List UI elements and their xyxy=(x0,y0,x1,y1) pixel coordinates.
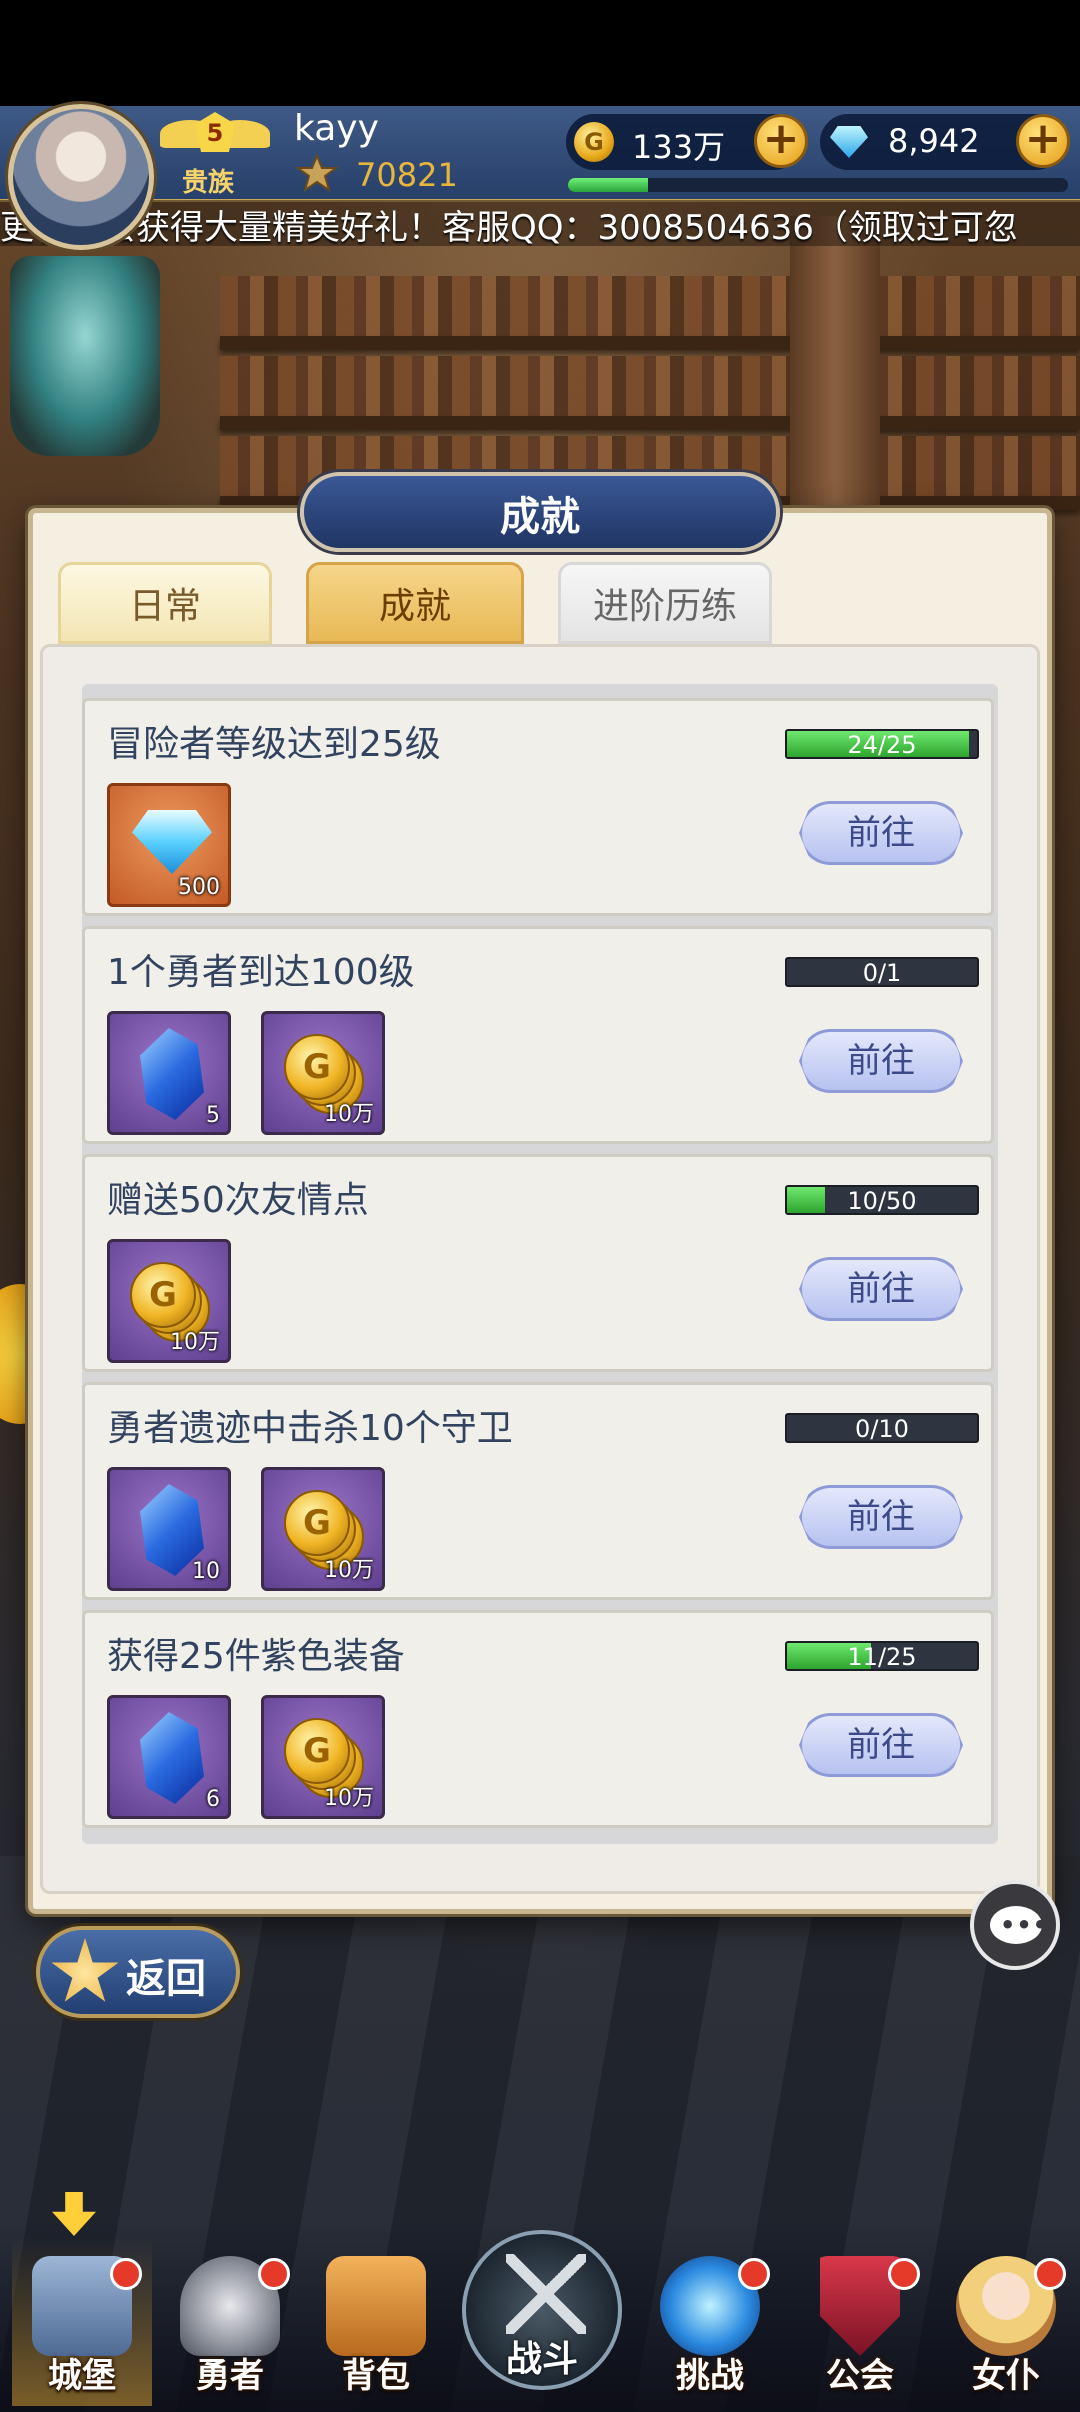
reward-slot[interactable]: 10 xyxy=(107,1467,231,1591)
achievement-card: 获得25件紫色装备 11/25 6 GGG10万 前往 xyxy=(82,1610,994,1828)
back-label: 返回 xyxy=(126,1956,206,2002)
reward-slot[interactable]: GGG10万 xyxy=(261,1695,385,1819)
notification-dot xyxy=(258,2258,290,2290)
noble-label: 贵族 xyxy=(182,168,235,198)
back-button[interactable]: 返回 xyxy=(36,1926,240,2018)
treasure-chest-icon xyxy=(326,2256,426,2356)
tab-daily[interactable]: 日常 xyxy=(58,562,272,644)
nav-battle-label: 战斗 xyxy=(505,2338,578,2380)
achievement-title: 勇者遗迹中击杀10个守卫 xyxy=(107,1408,513,1449)
nav-guild[interactable]: 公会 xyxy=(790,2236,930,2406)
achievement-title: 冒险者等级达到25级 xyxy=(107,724,441,765)
nav-castle-label: 城堡 xyxy=(48,2356,116,2396)
notification-dot xyxy=(888,2258,920,2290)
nav-bag-label: 背包 xyxy=(342,2356,410,2396)
gold-counter: G 133万 + xyxy=(566,114,808,170)
announcement-marquee: 更有机会获得大量精美好礼！客服QQ：3008504636（领取过可忽 xyxy=(0,200,1080,246)
achievement-card: 1个勇者到达100级 0/1 5 GGG10万 前往 xyxy=(82,926,994,1144)
achievement-title: 1个勇者到达100级 xyxy=(107,952,415,993)
progress-text: 0/10 xyxy=(855,1415,909,1443)
reward-count: 10万 xyxy=(324,1558,374,1583)
blue-crystal-icon xyxy=(140,1712,204,1804)
panel-title-plate: 成就 xyxy=(300,472,780,552)
go-button[interactable]: 前往 xyxy=(799,1485,963,1549)
add-gems-button[interactable]: + xyxy=(1016,114,1070,168)
go-button[interactable]: 前往 xyxy=(799,1713,963,1777)
reward-slot[interactable]: GGG10万 xyxy=(107,1239,231,1363)
achievement-card: 冒险者等级达到25级 24/25 500 前往 xyxy=(82,698,994,916)
player-avatar[interactable] xyxy=(8,104,154,250)
chat-button[interactable]: ••• xyxy=(970,1880,1060,1970)
reward-slot[interactable]: GGG10万 xyxy=(261,1467,385,1591)
achievement-progress-bar: 24/25 xyxy=(785,729,979,759)
nav-heroes-label: 勇者 xyxy=(196,2356,264,2396)
achievement-card: 赠送50次友情点 10/50 GGG10万 前往 xyxy=(82,1154,994,1372)
combat-power-value: 70821 xyxy=(356,156,458,194)
gem-counter: 8,942 + xyxy=(820,114,1070,170)
nav-maid[interactable]: 女仆 xyxy=(936,2236,1076,2406)
gem-value: 8,942 xyxy=(888,122,980,160)
go-button[interactable]: 前往 xyxy=(799,1257,963,1321)
progress-text: 11/25 xyxy=(847,1643,917,1671)
reward-slot[interactable]: 5 xyxy=(107,1011,231,1135)
nav-maid-label: 女仆 xyxy=(972,2356,1040,2396)
nav-bag[interactable]: 背包 xyxy=(306,2236,446,2406)
reward-slot[interactable]: GGG10万 xyxy=(261,1011,385,1135)
notification-dot xyxy=(110,2258,142,2290)
go-button[interactable]: 前往 xyxy=(799,801,963,865)
reward-count: 10万 xyxy=(324,1786,374,1811)
gold-value: 133万 xyxy=(632,128,726,166)
combat-power-icon xyxy=(296,154,338,192)
reward-count: 10万 xyxy=(324,1102,374,1127)
reward-count: 10万 xyxy=(170,1330,220,1355)
tab-advanced-training[interactable]: 进阶历练 xyxy=(558,562,772,644)
status-bar xyxy=(0,0,1080,106)
notification-dot xyxy=(738,2258,770,2290)
reward-count: 10 xyxy=(192,1559,220,1584)
achievement-progress-bar: 10/50 xyxy=(785,1185,979,1215)
nav-challenge[interactable]: 挑战 xyxy=(640,2236,780,2406)
experience-bar xyxy=(568,178,1068,192)
progress-text: 24/25 xyxy=(847,731,917,759)
noble-level: 5 xyxy=(195,112,235,152)
username: kayy xyxy=(294,108,379,149)
noble-badge[interactable]: 5 贵族 xyxy=(160,110,270,198)
reward-slot[interactable]: 6 xyxy=(107,1695,231,1819)
gold-coin-icon: G xyxy=(574,122,614,162)
diamond-icon xyxy=(830,126,868,158)
star-icon xyxy=(51,1938,119,2002)
nav-challenge-label: 挑战 xyxy=(676,2356,744,2396)
go-button[interactable]: 前往 xyxy=(799,1029,963,1093)
tab-achievements[interactable]: 成就 xyxy=(306,562,524,644)
panel-title: 成就 xyxy=(500,493,580,540)
blue-crystal-icon xyxy=(140,1028,204,1120)
nav-battle[interactable]: 战斗 xyxy=(462,2230,622,2390)
nav-castle[interactable]: 城堡 xyxy=(12,2236,152,2406)
reward-count: 5 xyxy=(206,1103,220,1128)
crossed-swords-icon xyxy=(506,2254,586,2334)
achievement-progress-bar: 11/25 xyxy=(785,1641,979,1671)
achievement-title: 获得25件紫色装备 xyxy=(107,1636,405,1677)
nav-heroes[interactable]: 勇者 xyxy=(160,2236,300,2406)
achievement-card: 勇者遗迹中击杀10个守卫 0/10 10 GGG10万 前往 xyxy=(82,1382,994,1600)
progress-text: 10/50 xyxy=(847,1187,917,1215)
nav-guild-label: 公会 xyxy=(826,2356,894,2396)
achievement-progress-bar: 0/1 xyxy=(785,957,979,987)
diamond-icon xyxy=(132,810,212,874)
achievement-title: 赠送50次友情点 xyxy=(107,1180,369,1221)
achievement-progress-bar: 0/10 xyxy=(785,1413,979,1443)
add-gold-button[interactable]: + xyxy=(754,114,808,168)
reward-slot[interactable]: 500 xyxy=(107,783,231,907)
notification-dot xyxy=(1034,2258,1066,2290)
progress-text: 0/1 xyxy=(862,959,902,987)
reward-count: 500 xyxy=(178,875,220,900)
reward-count: 6 xyxy=(206,1787,220,1812)
